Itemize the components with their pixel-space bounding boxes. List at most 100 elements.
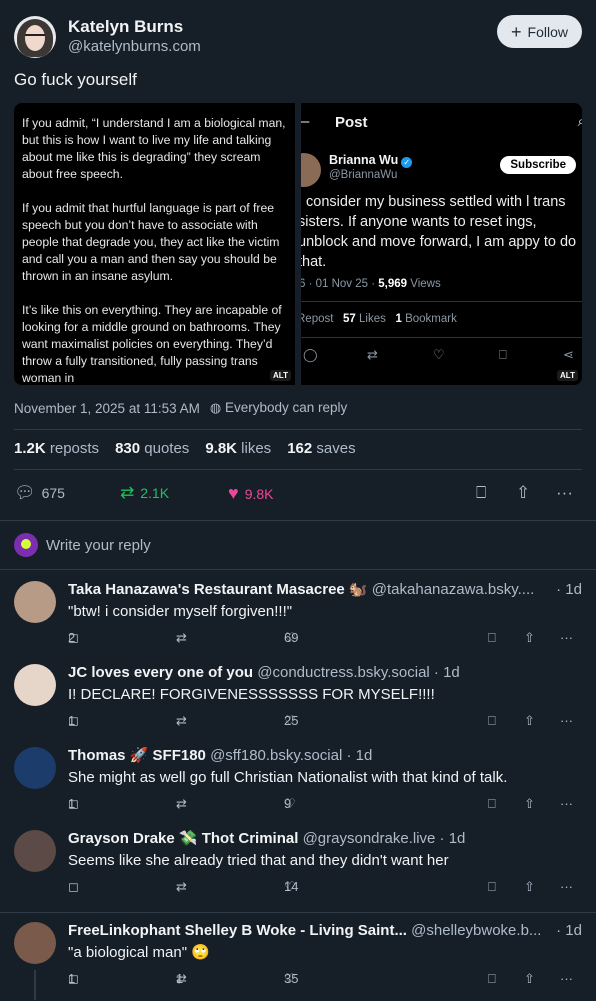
- alt-badge[interactable]: ALT: [270, 370, 291, 381]
- embed-actions: ◯ ⇄ ♡ ⎕ ⋖: [301, 347, 582, 363]
- reply-button[interactable]: 💬︎ 675: [14, 483, 65, 503]
- share-icon[interactable]: ⇧: [524, 796, 535, 812]
- reply-header: FreeLinkophant Shelley B Woke - Living S…: [68, 922, 582, 940]
- avatar: [14, 533, 38, 557]
- more-icon[interactable]: ···: [560, 796, 573, 811]
- back-arrow-icon: –: [301, 113, 310, 130]
- share-icon[interactable]: ⇧: [516, 483, 530, 503]
- reply-compose[interactable]: Write your reply: [14, 533, 151, 557]
- bookmark-icon[interactable]: ⎕: [488, 971, 496, 987]
- reply-icon: ◻: [68, 879, 79, 894]
- author-handle[interactable]: @katelynburns.com: [68, 37, 201, 57]
- post-timestamp[interactable]: November 1, 2025 at 11:53 AM: [14, 401, 200, 416]
- embed-avatar: [301, 153, 321, 187]
- embed-name: Brianna Wu ✓: [329, 153, 413, 168]
- avatar[interactable]: [14, 922, 56, 964]
- post-images: If you admit, “I understand I am a biolo…: [14, 103, 582, 385]
- bookmark-icon[interactable]: ⎕: [488, 879, 496, 895]
- globe-icon: ◍: [209, 400, 222, 415]
- bookmark-icon[interactable]: ⎕: [488, 713, 496, 729]
- compose-placeholder: Write your reply: [46, 536, 151, 554]
- reply-post[interactable]: Taka Hanazawa's Restaurant Masacree 🐿️ @…: [0, 581, 596, 661]
- reply-text: Seems like she already tried that and th…: [68, 852, 449, 869]
- reply-author-name[interactable]: FreeLinkophant Shelley B Woke - Living S…: [68, 922, 407, 939]
- share-icon: ⋖: [563, 347, 574, 362]
- follow-button[interactable]: + Follow: [497, 15, 582, 48]
- post-meta: November 1, 2025 at 11:53 AM ◍ Everybody…: [14, 400, 347, 416]
- repost-button[interactable]: ⇄ 2.1K: [120, 483, 169, 503]
- reply-actions: ◻ 2 ⇄ ♡ 69 ⎕ ⇧ ···: [68, 630, 573, 646]
- reply-post[interactable]: JC loves every one of you @conductress.b…: [0, 664, 596, 744]
- share-icon[interactable]: ⇧: [524, 713, 535, 729]
- reply-text: "a biological man" 🙄: [68, 944, 210, 961]
- more-icon[interactable]: ···: [560, 713, 573, 728]
- reply-actions: ◻ 1 ⇄ 1 ♡ 35 ⎕ ⇧ ···: [68, 971, 573, 987]
- embed-subscribe: Subscribe: [500, 156, 576, 174]
- reply-text: I! DECLARE! FORGIVENESSSSSSS FOR MYSELF!…: [68, 686, 435, 703]
- likes-count[interactable]: 9.8K likes: [205, 440, 271, 457]
- repost-icon: ⇄: [120, 483, 135, 502]
- saves-count[interactable]: 162 saves: [287, 440, 355, 457]
- reply-author-name[interactable]: Thomas 🚀 SFF180: [68, 747, 206, 764]
- author-name[interactable]: Katelyn Burns: [68, 17, 201, 37]
- share-icon[interactable]: ⇧: [524, 971, 535, 987]
- reply-text: She might as well go full Christian Nati…: [68, 769, 508, 786]
- avatar[interactable]: [14, 747, 56, 789]
- more-icon[interactable]: ···: [560, 630, 573, 645]
- reply-icon: 💬︎: [14, 483, 36, 502]
- heart-icon: ♡: [433, 347, 445, 362]
- embed-handle: @BriannaWu: [329, 169, 398, 181]
- reply-actions: ◻ 1 ⇄ ♡ 25 ⎕ ⇧ ···: [68, 713, 573, 729]
- more-icon[interactable]: ···: [560, 971, 573, 986]
- reply-actions: ◻ 1 ⇄ ♡ 9 ⎕ ⇧ ···: [68, 796, 573, 812]
- reply-header: Thomas 🚀 SFF180 @sff180.bsky.social · 1d: [68, 747, 582, 765]
- reply-author-handle[interactable]: @shelleybwoke.b...: [411, 922, 541, 939]
- bookmark-icon[interactable]: ⎕: [488, 796, 496, 812]
- bookmark-icon[interactable]: ⎕: [476, 483, 486, 503]
- repost-icon: ⇄: [176, 796, 187, 811]
- bookmark-icon[interactable]: ⎕: [488, 630, 496, 646]
- bookmark-icon: ⎕: [499, 347, 507, 362]
- heart-icon: ♥: [228, 483, 239, 503]
- reply-setting: ◍ Everybody can reply: [209, 400, 348, 415]
- reply-time[interactable]: · 1d: [552, 581, 582, 598]
- share-icon[interactable]: ⇧: [524, 879, 535, 895]
- engagement-counts: 1.2K reposts 830 quotes 9.8K likes 162 s…: [14, 440, 356, 457]
- reposts-count[interactable]: 1.2K reposts: [14, 440, 99, 457]
- embed-nav-title: Post: [335, 114, 368, 131]
- plus-icon: +: [511, 21, 522, 42]
- reply-header: JC loves every one of you @conductress.b…: [68, 664, 582, 682]
- reply-icon: ◯: [303, 347, 318, 362]
- more-icon[interactable]: ···: [560, 879, 573, 894]
- reply-text: "btw! i consider myself forgiven!!!": [68, 603, 293, 620]
- repost-icon: ⇄: [176, 879, 187, 894]
- repost-icon: ⇄: [176, 713, 187, 728]
- image-screenshot-tweet[interactable]: – Post ⌕ Brianna Wu ✓ @BriannaWu Subscrib…: [301, 103, 582, 385]
- search-icon: ⌕: [577, 113, 582, 130]
- reply-author-handle[interactable]: @takahanazawa.bsky....: [372, 581, 535, 598]
- alt-badge[interactable]: ALT: [557, 370, 578, 381]
- quotes-count[interactable]: 830 quotes: [115, 440, 189, 457]
- avatar[interactable]: [14, 830, 56, 872]
- avatar[interactable]: [14, 16, 56, 58]
- like-button[interactable]: ♥ 9.8K: [228, 483, 274, 504]
- avatar[interactable]: [14, 664, 56, 706]
- reply-author-handle[interactable]: @conductress.bsky.social · 1d: [257, 664, 460, 681]
- reply-post[interactable]: FreeLinkophant Shelley B Woke - Living S…: [0, 922, 596, 1001]
- thread-line: [34, 970, 36, 1000]
- reply-post[interactable]: Thomas 🚀 SFF180 @sff180.bsky.social · 1d…: [0, 747, 596, 827]
- reply-time[interactable]: · 1d: [552, 922, 582, 939]
- more-icon[interactable]: ···: [556, 483, 573, 503]
- reply-actions: ◻ ⇄ ♡ 14 ⎕ ⇧ ···: [68, 879, 573, 895]
- post-text: Go fuck yourself: [14, 70, 137, 89]
- reply-author-handle[interactable]: @sff180.bsky.social · 1d: [210, 747, 372, 764]
- reply-author-name[interactable]: Taka Hanazawa's Restaurant Masacree 🐿️: [68, 581, 368, 598]
- reply-author-handle[interactable]: @graysondrake.live · 1d: [303, 830, 466, 847]
- reply-post[interactable]: Grayson Drake 💸 Thot Criminal @graysondr…: [0, 830, 596, 910]
- reply-author-name[interactable]: JC loves every one of you: [68, 664, 253, 681]
- post-author[interactable]: Katelyn Burns @katelynburns.com: [14, 14, 201, 60]
- share-icon[interactable]: ⇧: [524, 630, 535, 646]
- avatar[interactable]: [14, 581, 56, 623]
- image-screenshot-text[interactable]: If you admit, “I understand I am a biolo…: [14, 103, 295, 385]
- reply-author-name[interactable]: Grayson Drake 💸 Thot Criminal: [68, 830, 298, 847]
